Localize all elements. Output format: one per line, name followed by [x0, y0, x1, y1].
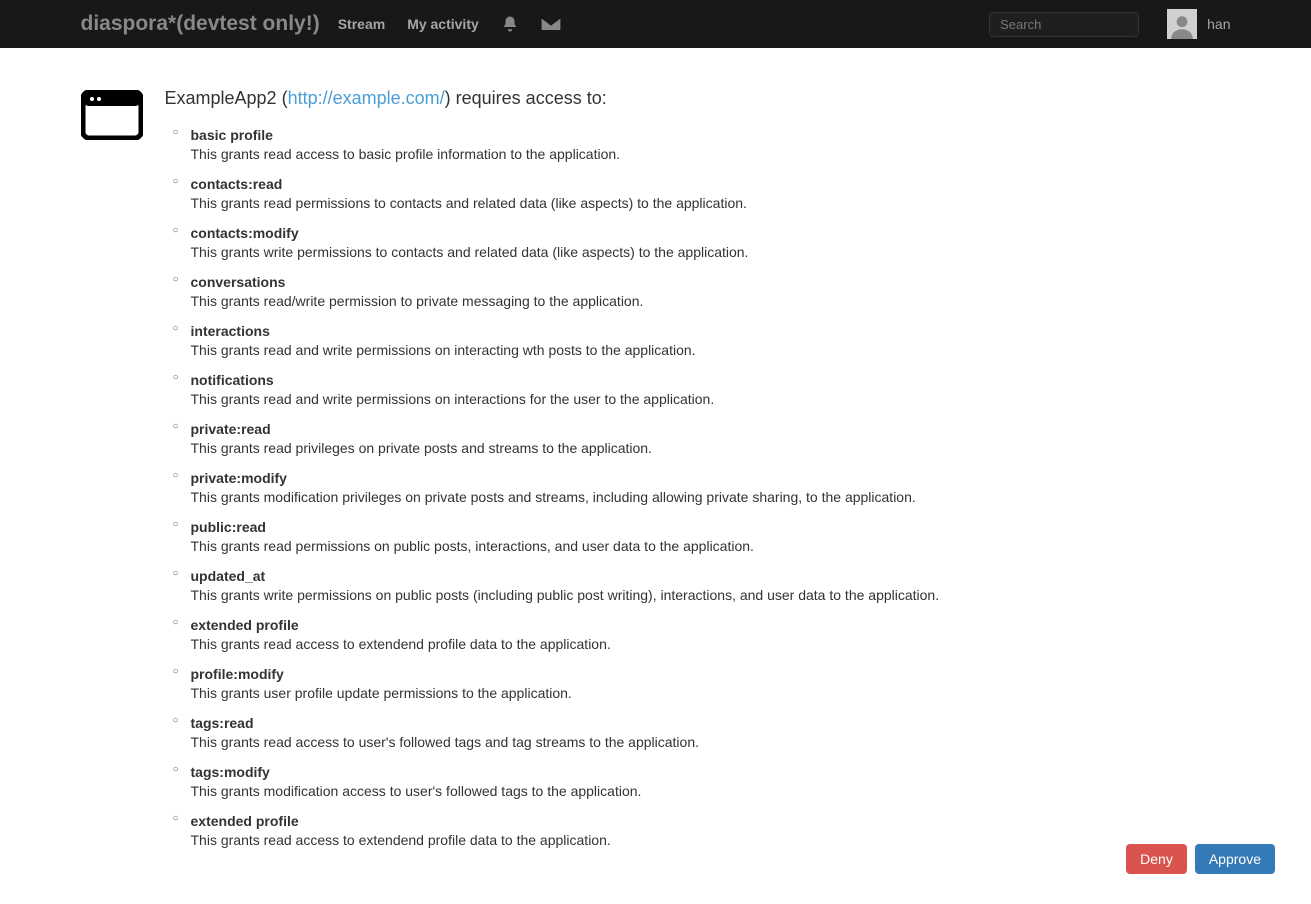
- scope-description: This grants modification access to user'…: [191, 783, 642, 799]
- action-buttons: Deny Approve: [1126, 844, 1275, 874]
- scope-name: public:read: [191, 519, 1231, 535]
- scope-name: conversations: [191, 274, 1231, 290]
- scope-item: interactions This grants read and write p…: [191, 323, 1231, 358]
- scope-description: This grants read access to extendend pro…: [191, 636, 611, 652]
- scope-item: contacts:read This grants read permission…: [191, 176, 1231, 211]
- scope-description: This grants read privileges on private p…: [191, 440, 652, 456]
- scope-name: private:read: [191, 421, 1231, 437]
- scope-item: profile:modify This grants user profile u…: [191, 666, 1231, 701]
- scope-name: extended profile: [191, 813, 1231, 829]
- scope-description: This grants write permissions to contact…: [191, 244, 749, 260]
- scope-item: conversations This grants read/write perm…: [191, 274, 1231, 309]
- scope-description: This grants read/write permission to pri…: [191, 293, 644, 309]
- scope-description: This grants read and write permissions o…: [191, 391, 715, 407]
- scope-name: tags:modify: [191, 764, 1231, 780]
- scope-item: private:read This grants read privileges …: [191, 421, 1231, 456]
- scopes-list: basic profile This grants read access to …: [165, 127, 1231, 848]
- scope-item: extended profile This grants read access …: [191, 813, 1231, 848]
- avatar[interactable]: [1167, 9, 1197, 39]
- app-name: ExampleApp2: [165, 88, 277, 108]
- approve-button[interactable]: Approve: [1195, 844, 1275, 874]
- scope-name: tags:read: [191, 715, 1231, 731]
- search-input[interactable]: [989, 12, 1139, 37]
- scope-item: tags:modify This grants modification acce…: [191, 764, 1231, 799]
- main-content: ExampleApp2 (http://example.com/) requir…: [81, 48, 1231, 862]
- scope-item: updated_at This grants write permissions …: [191, 568, 1231, 603]
- scope-description: This grants user profile update permissi…: [191, 685, 572, 701]
- scope-name: interactions: [191, 323, 1231, 339]
- scope-description: This grants modification privileges on p…: [191, 489, 916, 505]
- scope-item: public:read This grants read permissions …: [191, 519, 1231, 554]
- brand[interactable]: diaspora*(devtest only!): [81, 12, 320, 36]
- scope-item: tags:read This grants read access to user…: [191, 715, 1231, 750]
- scope-name: contacts:read: [191, 176, 1231, 192]
- scope-name: updated_at: [191, 568, 1231, 584]
- scope-description: This grants read access to basic profile…: [191, 146, 621, 162]
- scope-description: This grants read permissions on public p…: [191, 538, 754, 554]
- scope-item: contacts:modify This grants write permiss…: [191, 225, 1231, 260]
- scope-name: profile:modify: [191, 666, 1231, 682]
- scope-item: private:modify This grants modification p…: [191, 470, 1231, 505]
- scope-name: contacts:modify: [191, 225, 1231, 241]
- scope-item: extended profile This grants read access …: [191, 617, 1231, 652]
- scope-description: This grants read and write permissions o…: [191, 342, 696, 358]
- scope-description: This grants read access to user's follow…: [191, 734, 700, 750]
- scope-name: extended profile: [191, 617, 1231, 633]
- notifications-icon[interactable]: [501, 15, 519, 33]
- nav-my-activity[interactable]: My activity: [407, 16, 479, 32]
- scope-item: basic profile This grants read access to …: [191, 127, 1231, 162]
- scope-description: This grants read permissions to contacts…: [191, 195, 747, 211]
- auth-heading: ExampleApp2 (http://example.com/) requir…: [165, 88, 1231, 109]
- scope-description: This grants read access to extendend pro…: [191, 832, 611, 848]
- messages-icon[interactable]: [541, 17, 561, 31]
- deny-button[interactable]: Deny: [1126, 844, 1187, 874]
- navbar: diaspora*(devtest only!) Stream My activ…: [0, 0, 1311, 48]
- scope-name: notifications: [191, 372, 1231, 388]
- nav-stream[interactable]: Stream: [338, 16, 385, 32]
- scope-description: This grants write permissions on public …: [191, 587, 940, 603]
- scope-item: notifications This grants read and write …: [191, 372, 1231, 407]
- scope-name: basic profile: [191, 127, 1231, 143]
- username-menu[interactable]: han: [1207, 16, 1230, 32]
- scope-name: private:modify: [191, 470, 1231, 486]
- app-window-icon: [81, 127, 143, 143]
- app-url-link[interactable]: http://example.com/: [288, 88, 445, 108]
